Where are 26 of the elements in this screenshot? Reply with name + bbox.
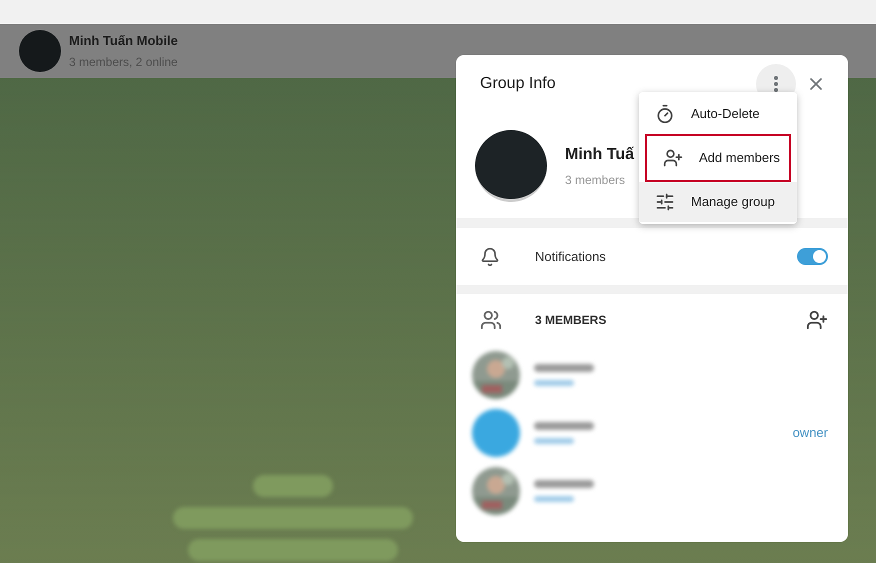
blurred-name (534, 364, 594, 372)
members-icon (480, 309, 502, 331)
group-subtitle: 3 members (565, 172, 626, 188)
avatar (19, 30, 61, 72)
notifications-label: Notifications (535, 248, 607, 266)
add-user-icon (663, 148, 683, 168)
more-icon (774, 76, 778, 92)
sliders-icon (655, 192, 675, 212)
member-role: owner (792, 424, 828, 442)
add-member-button[interactable] (806, 309, 828, 331)
menu-item[interactable]: Manage group (639, 182, 797, 222)
members-heading: 3 MEMBERS (535, 312, 608, 329)
blurred-status (534, 380, 574, 386)
notifications-toggle[interactable] (797, 248, 828, 265)
avatar (472, 409, 520, 457)
menu-item[interactable]: Add members (645, 134, 791, 182)
group-name: Minh Tuấ (565, 144, 634, 164)
blurred-status (534, 496, 574, 502)
menu-item[interactable]: Auto-Delete (639, 94, 797, 134)
blurred-status (534, 438, 574, 444)
timer-icon (655, 104, 675, 124)
panel-title: Group Info (480, 74, 557, 94)
blurred-name (534, 480, 594, 488)
chat-title: Minh Tuấn Mobile (69, 32, 178, 50)
blurred-name (534, 422, 594, 430)
bell-icon (480, 246, 500, 266)
